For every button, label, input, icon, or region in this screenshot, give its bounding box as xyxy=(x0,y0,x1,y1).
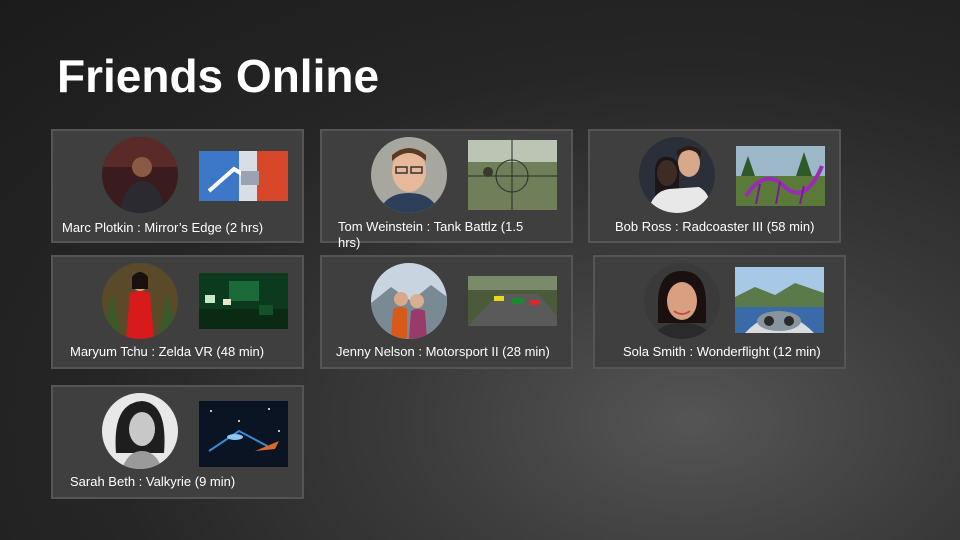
friend-status-label: Sarah Beth : Valkyrie (9 min) xyxy=(70,474,236,489)
friend-status-label: Marc Plotkin : Mirror’s Edge (2 hrs) xyxy=(62,220,264,235)
game-thumbnail xyxy=(199,401,288,467)
friend-card-sola-smith[interactable]: Sola Smith : Wonderflight (12 min) xyxy=(593,255,846,369)
friend-avatar xyxy=(639,137,715,213)
friend-card-tom-weinstein[interactable]: Tom Weinstein : Tank Battlz (1.5 hrs) xyxy=(320,129,573,250)
friend-status-label: Jenny Nelson : Motorsport II (28 min) xyxy=(336,344,550,359)
friend-status-label: Tom Weinstein : Tank Battlz (1.5 hrs) xyxy=(338,219,524,250)
friend-card-bob-ross[interactable]: Bob Ross : Radcoaster III (58 min) xyxy=(588,129,841,243)
friend-avatar xyxy=(644,263,720,339)
friend-status-label: Sola Smith : Wonderflight (12 min) xyxy=(623,344,821,359)
game-thumbnail xyxy=(199,273,288,329)
friend-card-sarah-beth[interactable]: Sarah Beth : Valkyrie (9 min) xyxy=(51,385,304,499)
friend-avatar xyxy=(371,263,447,339)
game-thumbnail xyxy=(735,267,824,333)
friend-card-jenny-nelson[interactable]: Jenny Nelson : Motorsport II (28 min) xyxy=(320,255,573,369)
friend-status-label: Bob Ross : Radcoaster III (58 min) xyxy=(615,219,815,234)
game-thumbnail xyxy=(468,276,557,326)
friend-avatar xyxy=(371,137,447,213)
friend-avatar xyxy=(102,393,178,469)
game-thumbnail xyxy=(468,140,557,210)
game-thumbnail xyxy=(736,146,825,206)
game-thumbnail xyxy=(199,151,288,201)
friend-card-marc-plotkin[interactable]: Marc Plotkin : Mirror’s Edge (2 hrs) xyxy=(51,129,304,243)
friend-avatar xyxy=(102,137,178,213)
friend-card-maryum-tchu[interactable]: Maryum Tchu : Zelda VR (48 min) xyxy=(51,255,304,369)
friend-status-label: Maryum Tchu : Zelda VR (48 min) xyxy=(70,344,265,359)
page-title: Friends Online xyxy=(57,50,380,102)
friend-avatar xyxy=(102,263,178,339)
